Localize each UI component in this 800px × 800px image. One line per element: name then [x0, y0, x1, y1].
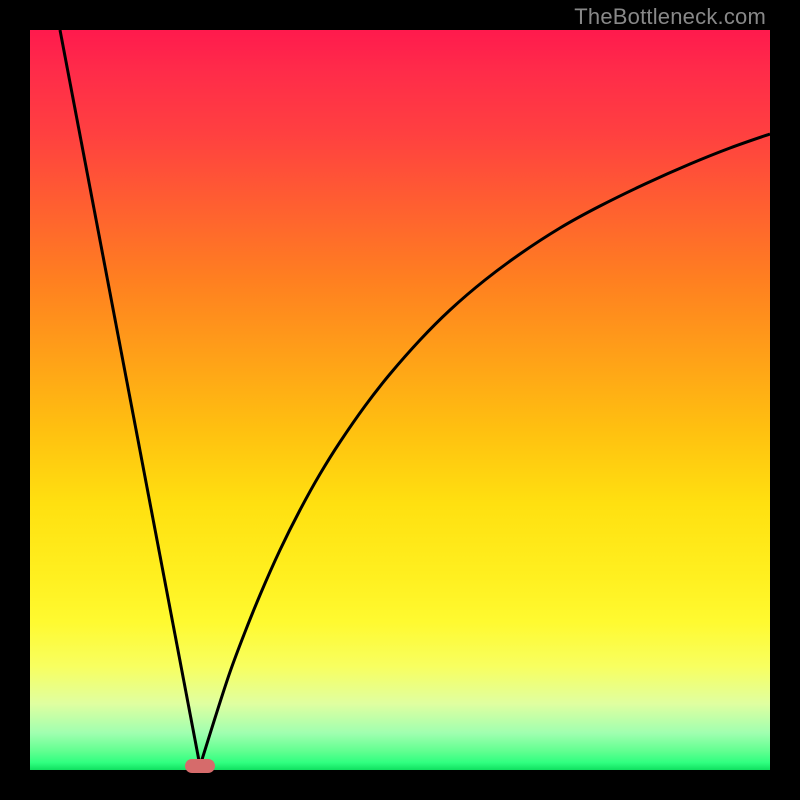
curve-right-branch [200, 134, 770, 766]
plot-area [30, 30, 770, 770]
watermark-text: TheBottleneck.com [574, 4, 766, 30]
chart-curves [30, 30, 770, 770]
chart-frame: TheBottleneck.com [0, 0, 800, 800]
curve-left-branch [60, 30, 200, 766]
bottleneck-marker [185, 759, 215, 773]
